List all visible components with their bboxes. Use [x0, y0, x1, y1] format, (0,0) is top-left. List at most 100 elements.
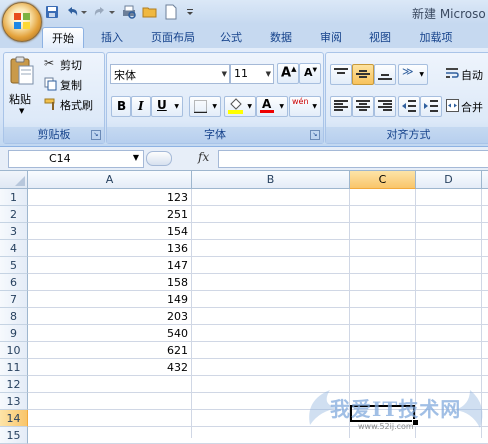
cell-a9[interactable]: 540	[28, 325, 191, 342]
row-header-9[interactable]: 9	[0, 325, 28, 342]
undo-dropdown-icon[interactable]	[80, 4, 88, 20]
copy-button[interactable]: 复制	[44, 76, 104, 92]
underline-icon: U	[157, 98, 167, 112]
cell-a1[interactable]: 123	[28, 189, 191, 206]
align-center-button[interactable]	[352, 96, 374, 117]
increase-indent-button[interactable]	[420, 96, 442, 117]
save-icon[interactable]	[44, 4, 60, 20]
customize-qat-icon[interactable]	[185, 4, 195, 20]
row-header-5[interactable]: 5	[0, 257, 28, 274]
row-header-15[interactable]: 15	[0, 427, 28, 444]
font-name-combo[interactable]: 宋体 ▼	[110, 64, 230, 84]
formula-input[interactable]	[218, 150, 488, 168]
scissors-icon: ✂	[44, 56, 55, 70]
column-header-c[interactable]: C	[350, 171, 416, 189]
undo-icon[interactable]	[64, 4, 80, 20]
tab-page-layout[interactable]: 页面布局	[143, 27, 203, 48]
cell-a8[interactable]: 203	[28, 308, 191, 325]
wrap-text-icon	[446, 68, 459, 78]
column-header-a[interactable]: A	[28, 171, 192, 189]
row-header-7[interactable]: 7	[0, 291, 28, 308]
tab-insert[interactable]: 插入	[92, 27, 132, 48]
align-top-button[interactable]	[330, 64, 352, 85]
cut-button[interactable]: ✂ 剪切	[44, 56, 104, 72]
align-left-button[interactable]	[330, 96, 352, 117]
grow-font-button[interactable]: A▲	[277, 63, 299, 84]
font-color-button[interactable]: A ▼	[256, 96, 288, 117]
font-name-value: 宋体	[114, 69, 136, 82]
clipboard-group-label: 剪贴板	[4, 127, 104, 143]
name-box[interactable]: C14 ▼	[8, 150, 144, 168]
font-size-combo[interactable]: 11 ▼	[230, 64, 274, 84]
row-header-3[interactable]: 3	[0, 223, 28, 240]
decrease-indent-button[interactable]	[398, 96, 420, 117]
orientation-button[interactable]: ≫ ▼	[398, 64, 428, 85]
row-header-14[interactable]: 14	[0, 410, 28, 427]
row-header-1[interactable]: 1	[0, 189, 28, 206]
print-preview-icon[interactable]	[121, 4, 137, 20]
bold-button[interactable]: B	[111, 96, 131, 117]
tab-formulas[interactable]: 公式	[211, 27, 251, 48]
row-header-13[interactable]: 13	[0, 393, 28, 410]
fill-color-button[interactable]: ▼	[224, 96, 256, 117]
italic-button[interactable]: I	[131, 96, 151, 117]
row-header-12[interactable]: 12	[0, 376, 28, 393]
row-header-6[interactable]: 6	[0, 274, 28, 291]
align-right-icon	[378, 100, 392, 111]
phonetic-button[interactable]: wén ▼	[289, 96, 321, 117]
tab-home[interactable]: 开始	[42, 27, 84, 49]
align-right-button[interactable]	[374, 96, 396, 117]
column-header-d[interactable]: D	[416, 171, 482, 189]
cell-a6[interactable]: 158	[28, 274, 191, 291]
cell-a11[interactable]: 432	[28, 359, 191, 376]
tab-add-ins[interactable]: 加载项	[410, 27, 462, 48]
cell-a2[interactable]: 251	[28, 206, 191, 223]
chevron-down-icon: ▼	[279, 103, 284, 110]
borders-button[interactable]: ▼	[189, 96, 221, 117]
merge-center-button[interactable]: 合并	[446, 96, 488, 115]
tab-view[interactable]: 视图	[360, 27, 400, 48]
column-header-b[interactable]: B	[192, 171, 350, 189]
insert-function-icon[interactable]: fx	[198, 150, 209, 164]
formula-bar-expand-icon[interactable]	[146, 151, 172, 166]
select-all-icon	[15, 176, 25, 186]
decrease-indent-icon	[402, 100, 416, 112]
cut-label: 剪切	[60, 59, 82, 72]
cell-a10[interactable]: 621	[28, 342, 191, 359]
watermark-url: www.52ij.com	[358, 422, 414, 431]
column-header-e[interactable]	[482, 171, 488, 189]
redo-icon[interactable]	[92, 4, 108, 20]
row-header-11[interactable]: 11	[0, 359, 28, 376]
underline-button[interactable]: U ▼	[151, 96, 183, 117]
paste-dropdown-icon: ▼	[19, 107, 25, 115]
row-header-2[interactable]: 2	[0, 206, 28, 223]
shrink-font-button[interactable]: A▼	[299, 63, 321, 84]
format-painter-button[interactable]: 格式刷	[44, 96, 104, 112]
copy-label: 复制	[60, 79, 82, 92]
align-bottom-button[interactable]	[374, 64, 396, 85]
office-button[interactable]	[2, 2, 42, 42]
row-header-8[interactable]: 8	[0, 308, 28, 325]
cell-a4[interactable]: 136	[28, 240, 191, 257]
wrap-text-button[interactable]: 自动	[446, 64, 488, 83]
clipboard-launcher-icon[interactable]: ↘	[91, 130, 101, 140]
font-group-label: 字体	[107, 127, 323, 143]
paste-button[interactable]: 粘贴 ▼	[7, 55, 39, 125]
watermark-text: 我爱IT技术网	[330, 397, 462, 421]
paint-bucket-icon	[228, 98, 243, 114]
select-all-button[interactable]	[0, 171, 28, 189]
align-middle-button[interactable]	[352, 64, 374, 85]
tab-review[interactable]: 审阅	[311, 27, 351, 48]
cell-a7[interactable]: 149	[28, 291, 191, 308]
font-launcher-icon[interactable]: ↘	[310, 130, 320, 140]
new-document-icon[interactable]	[163, 4, 179, 20]
name-box-value: C14	[49, 152, 71, 165]
cell-a5[interactable]: 147	[28, 257, 191, 274]
chevron-down-icon: ▼	[265, 70, 271, 78]
open-folder-icon[interactable]	[142, 4, 158, 20]
tab-data[interactable]: 数据	[261, 27, 301, 48]
row-header-10[interactable]: 10	[0, 342, 28, 359]
row-header-4[interactable]: 4	[0, 240, 28, 257]
cell-a3[interactable]: 154	[28, 223, 191, 240]
redo-dropdown-icon[interactable]	[108, 4, 116, 20]
